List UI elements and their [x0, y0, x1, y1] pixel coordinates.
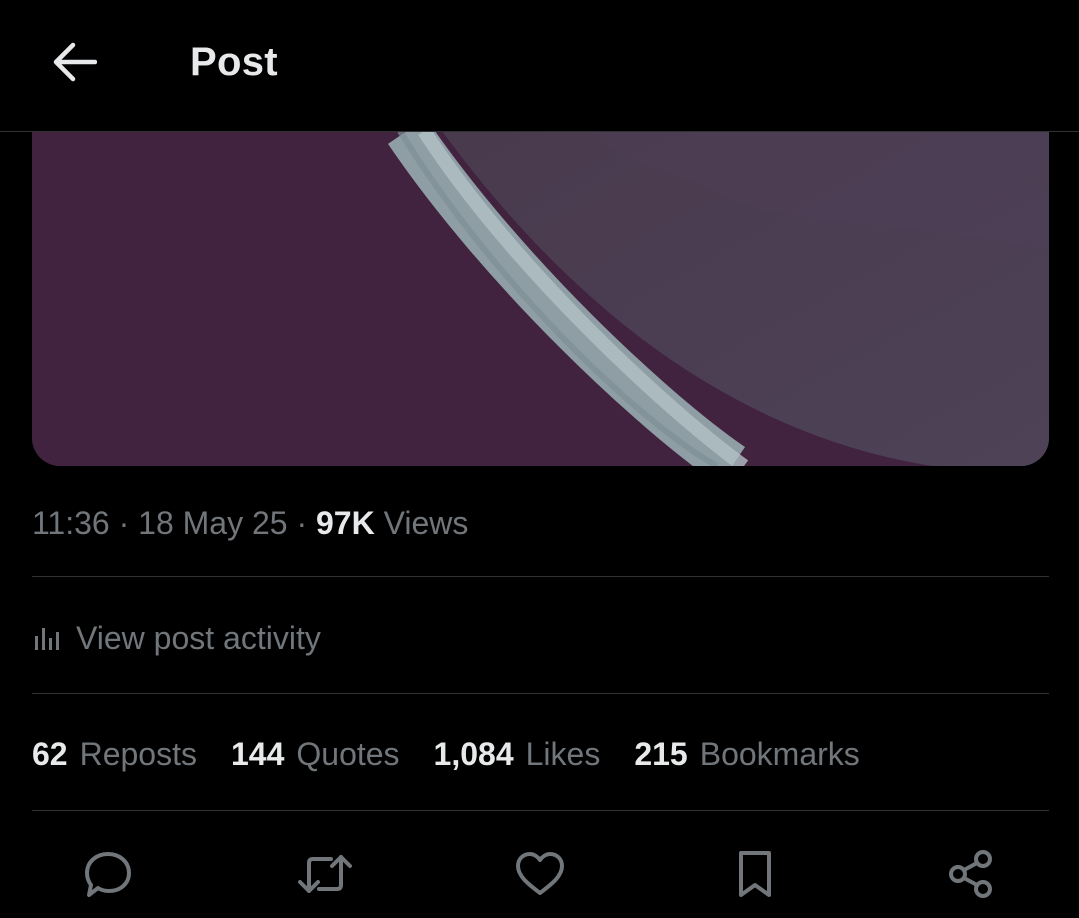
top-app-bar: Post [0, 0, 1079, 132]
activity-label: View post activity [76, 619, 321, 656]
share-button[interactable] [943, 846, 999, 902]
share-icon [949, 850, 992, 898]
arrow-left-icon [53, 42, 97, 82]
likes-stat[interactable]: 1,084 Likes [434, 736, 601, 773]
bookmark-button[interactable] [727, 846, 783, 902]
stat-label: Reposts [79, 735, 197, 772]
divider [32, 693, 1049, 694]
bookmark-icon [739, 851, 771, 897]
bookmarks-stat[interactable]: 215 Bookmarks [634, 736, 859, 773]
like-icon [516, 852, 564, 895]
stat-count: 62 [32, 735, 68, 772]
stat-label: Quotes [296, 735, 400, 772]
back-button[interactable] [40, 28, 108, 96]
view-post-activity-link[interactable]: View post activity [32, 612, 321, 664]
divider [32, 576, 1049, 577]
reply-icon [85, 852, 131, 897]
post-timestamp-views: 11:36 · 18 May 25 · 97K Views [32, 500, 468, 546]
stat-count: 1,084 [433, 735, 514, 772]
like-button[interactable] [512, 846, 568, 902]
bar-chart-icon [35, 628, 59, 650]
views-count: 97K [316, 505, 375, 541]
post-media-image[interactable] [32, 131, 1049, 466]
reply-button[interactable] [80, 846, 136, 902]
engagement-stats: 62 Reposts 144 Quotes 1,084 Likes 215 Bo… [32, 730, 894, 778]
repost-icon [298, 855, 352, 893]
media-artwork [32, 131, 1049, 466]
meta-separator: · [118, 505, 130, 541]
reposts-stat[interactable]: 62 Reposts [32, 736, 197, 773]
divider [32, 810, 1049, 811]
post-time: 11:36 [32, 505, 110, 541]
stat-count: 144 [230, 735, 285, 772]
repost-button[interactable] [297, 846, 353, 902]
post-date: 18 May 25 [138, 505, 288, 541]
stat-label: Bookmarks [699, 735, 860, 772]
meta-separator: · [296, 505, 308, 541]
stat-label: Likes [525, 735, 601, 772]
views-label: Views [383, 505, 469, 541]
quotes-stat[interactable]: 144 Quotes [231, 736, 400, 773]
page-title: Post [190, 40, 278, 84]
stat-count: 215 [634, 735, 688, 772]
